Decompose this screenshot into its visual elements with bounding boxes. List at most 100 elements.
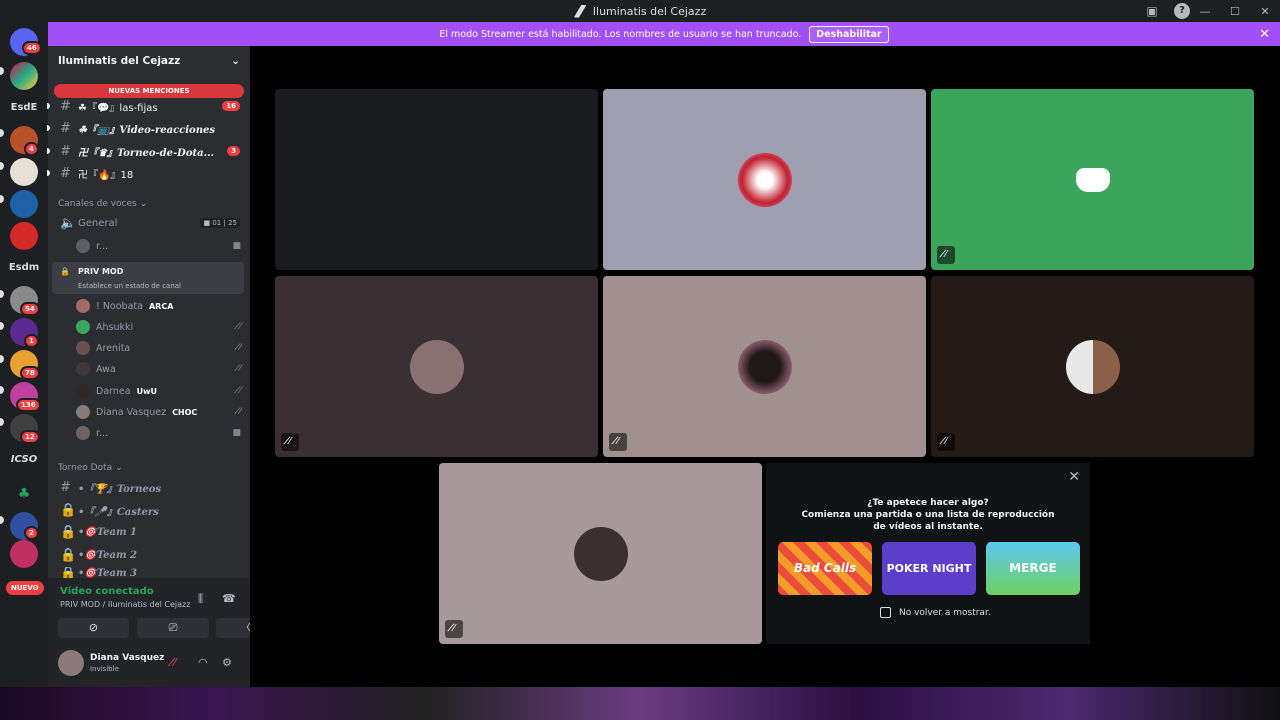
server-badge: 4: [24, 142, 39, 156]
screen-share-button[interactable]: ⎚: [137, 618, 209, 638]
activity-description: Comienza una partida o una lista de repr…: [801, 510, 1055, 532]
checkbox[interactable]: [880, 607, 891, 618]
avatar: [409, 339, 464, 394]
inbox-icon[interactable]: ▣: [1144, 3, 1160, 19]
unread-indicator: [47, 170, 50, 176]
voice-member[interactable]: ! Noobata ARCA: [76, 296, 241, 316]
game-bad-calls[interactable]: Bad Calls: [778, 542, 872, 595]
unread-pill: [0, 290, 4, 298]
server-icon[interactable]: Esdm: [4, 262, 44, 273]
disable-streamer-button[interactable]: Deshabilitar: [809, 25, 889, 43]
server-name: Iluminatis del Cejazz: [58, 55, 181, 67]
mic-muted-icon[interactable]: ⁄̸: [174, 656, 176, 669]
unread-pill: [0, 386, 4, 394]
unread-pill: [0, 516, 4, 524]
voice-member[interactable]: r... ■: [76, 423, 241, 443]
avatar: [737, 339, 792, 394]
avatar[interactable]: [58, 650, 84, 676]
server-icon[interactable]: [10, 62, 38, 90]
channel-item[interactable]: 🔒 •🎯Team 1: [48, 522, 250, 542]
noise-suppression-icon[interactable]: ⫼: [198, 592, 203, 606]
video-tile[interactable]: ⁄̸: [275, 276, 598, 457]
server-icon[interactable]: EsdE: [4, 102, 44, 113]
mic-muted-icon: ⁄̸: [937, 246, 955, 264]
channel-item[interactable]: 🔒 •🎯Team 2: [48, 545, 250, 565]
voice-status[interactable]: Vídeo conectado: [60, 586, 154, 597]
channel-name: ☘『📺』Video-reacciones: [78, 124, 215, 136]
channel-status[interactable]: Establece un estado de canal: [78, 282, 181, 290]
mic-muted-icon: ⁄̸: [937, 433, 955, 451]
video-tile[interactable]: ⁄̸: [931, 89, 1254, 270]
voice-channel-priv-mod[interactable]: 🔒 PRIV MOD Establece un estado de canal: [52, 262, 244, 294]
maximize-button[interactable]: ☐: [1220, 5, 1250, 18]
channel-name: •『🏆』Torneos: [78, 483, 162, 495]
gear-icon[interactable]: ⚙: [222, 656, 232, 669]
member-tag: ARCA: [148, 301, 174, 311]
headphones-icon[interactable]: ◠: [198, 656, 208, 669]
member-name: Ahsukki: [96, 321, 134, 333]
mention-count: 3: [227, 146, 240, 156]
server-icon[interactable]: [10, 222, 38, 250]
server-icon[interactable]: [10, 190, 38, 218]
channel-item[interactable]: # •『🏆』Torneos: [48, 477, 250, 497]
streamer-mode-banner: El modo Streamer está habilitado. Los no…: [48, 22, 1280, 46]
hash-icon: #: [60, 98, 71, 114]
member-name: ! Noobata: [96, 300, 143, 312]
server-icon[interactable]: ♣: [10, 480, 38, 508]
server-header[interactable]: Iluminatis del Cejazz ⌄: [48, 46, 250, 76]
mention-count: 16: [222, 101, 240, 111]
video-tile[interactable]: [275, 89, 598, 270]
game-merge[interactable]: MERGE: [986, 542, 1080, 595]
channel-item[interactable]: # ☘『💬』las-fijas 16: [47, 96, 250, 116]
close-button[interactable]: ✕: [1250, 5, 1280, 18]
close-icon[interactable]: ✕: [1068, 469, 1080, 485]
app-icon: [573, 4, 587, 18]
video-tile[interactable]: ⁄̸: [931, 276, 1254, 457]
unread-indicator: [47, 125, 50, 131]
server-badge: 54: [20, 302, 40, 316]
member-name: r...: [96, 427, 109, 439]
voice-member[interactable]: Ahsukki ⁄̸: [76, 317, 241, 337]
server-icon[interactable]: [10, 540, 38, 568]
voice-member[interactable]: r... ■: [76, 236, 241, 256]
video-tile[interactable]: [603, 89, 926, 270]
channel-name: •『🎤』Casters: [78, 506, 159, 518]
server-icon[interactable]: [10, 158, 38, 186]
avatar: [76, 384, 90, 398]
unread-pill: [0, 67, 4, 75]
camera-icon: ■: [232, 241, 241, 251]
mic-muted-icon: ⁄̸: [239, 322, 241, 332]
channel-item[interactable]: 🔒 •『🎤』Casters: [48, 500, 250, 520]
voice-category[interactable]: Canales de voces ⌄: [58, 199, 147, 209]
voice-channel-path[interactable]: PRIV MOD / Iluminatis del Cejazz: [60, 600, 190, 609]
lock-icon: 🔒: [60, 267, 70, 276]
member-name: Darnea: [96, 385, 131, 397]
voice-member[interactable]: Awa ⁄̸: [76, 359, 241, 379]
channel-item[interactable]: # ☘『📺』Video-reacciones: [47, 118, 250, 138]
channel-item[interactable]: # 卍『🔥』18: [47, 163, 250, 183]
close-icon[interactable]: ✕: [1259, 27, 1270, 42]
help-icon[interactable]: ?: [1174, 3, 1190, 19]
channel-item[interactable]: # 卍『♛』Torneo-de-Dota... 3: [47, 141, 250, 161]
server-icon[interactable]: ICSO: [4, 454, 44, 465]
voice-member[interactable]: Darnea UwU ⁄̸: [76, 381, 241, 401]
disconnect-icon[interactable]: ☎: [222, 592, 236, 605]
voice-member[interactable]: Arenita ⁄̸: [76, 338, 241, 358]
voice-channel-general[interactable]: 🔈 General ■ 01 | 25: [48, 213, 250, 233]
checkbox-label: No volver a mostrar.: [899, 607, 991, 618]
channel-name: •🎯Team 2: [78, 549, 137, 561]
new-label[interactable]: NUEVO: [6, 581, 44, 595]
channel-name: 卍『♛』Torneo-de-Dota...: [78, 147, 215, 159]
channel-name: 卍『🔥』18: [78, 169, 134, 181]
video-tile[interactable]: ⁄̸: [439, 463, 762, 644]
video-tile[interactable]: ⁄̸: [603, 276, 926, 457]
dota-category[interactable]: Torneo Dota ⌄: [58, 463, 123, 473]
dont-show-again-checkbox[interactable]: No volver a mostrar.: [880, 607, 991, 618]
camera-button[interactable]: ⊘: [58, 618, 129, 638]
avatar: [76, 405, 90, 419]
voice-member[interactable]: Diana Vasquez CHOC ⁄̸: [76, 402, 241, 422]
unread-pill: [0, 162, 4, 170]
minimize-button[interactable]: —: [1190, 5, 1220, 18]
avatar: [76, 362, 90, 376]
game-poker-night[interactable]: POKER NIGHT: [882, 542, 976, 595]
